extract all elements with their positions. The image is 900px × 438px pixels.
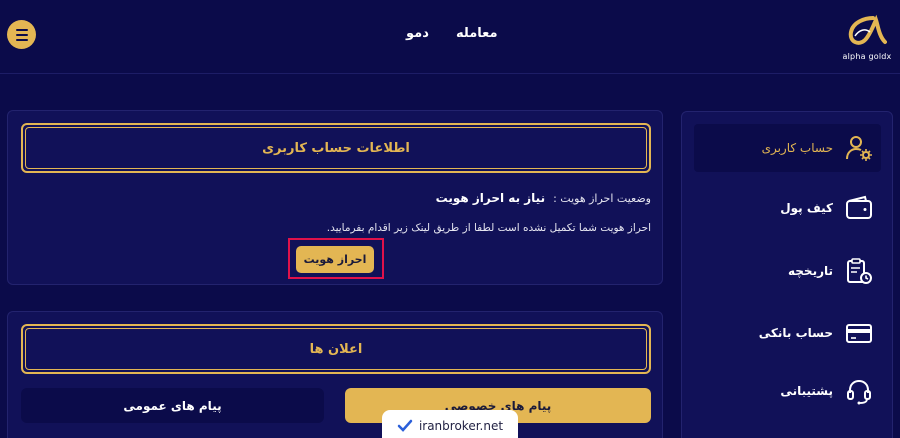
watermark-text: iranbroker.net	[418, 419, 504, 433]
nav-link-trade[interactable]: معامله	[456, 26, 498, 41]
checkmark-icon	[397, 419, 413, 432]
nav-link-demo[interactable]: دمو	[406, 26, 429, 41]
alpha-logo-icon	[848, 14, 887, 45]
notices-title: اعلان ها	[309, 341, 363, 357]
account-info-header: اطلاعات حساب کاربری	[21, 123, 651, 173]
top-nav: دمو معامله	[0, 26, 900, 46]
credit-card-icon	[846, 324, 872, 343]
sidebar-item-wallet[interactable]: کیف پول	[694, 184, 881, 232]
sidebar-item-label: پشتیبانی	[780, 384, 833, 398]
account-info-title: اطلاعات حساب کاربری	[262, 140, 410, 156]
verification-info-text: احراز هویت شما تکمیل نشده است لطفا از طر…	[326, 222, 651, 234]
verification-status-label: وضعیت احراز هویت :	[553, 192, 651, 205]
tab-public-messages[interactable]: پیام های عمومی	[21, 388, 324, 423]
notices-panel: اعلان ها پیام های خصوصی پیام های عمومی	[7, 311, 663, 438]
account-info-panel: اطلاعات حساب کاربری وضعیت احراز هویت : ن…	[7, 110, 663, 285]
watermark-badge: iranbroker.net	[382, 410, 518, 438]
notices-header: اعلان ها	[21, 324, 651, 374]
verify-identity-button[interactable]: احراز هویت	[296, 246, 374, 273]
history-clipboard-icon	[847, 258, 872, 284]
sidebar-item-label: کیف پول	[780, 201, 833, 215]
sidebar: حساب کاربری کیف پول تاریخچه حساب بانکی پ…	[681, 111, 893, 438]
verification-status-row: وضعیت احراز هویت : نیاز به احراز هویت	[436, 191, 651, 205]
verification-status-value: نیاز به احراز هویت	[435, 191, 546, 205]
sidebar-item-bank-account[interactable]: حساب بانکی	[694, 309, 881, 357]
sidebar-item-support[interactable]: پشتیبانی	[694, 367, 881, 415]
sidebar-item-label: تاریخچه	[788, 264, 833, 278]
logo-text: alpha goldx	[842, 52, 892, 61]
headset-icon	[847, 379, 871, 405]
sidebar-item-history[interactable]: تاریخچه	[694, 247, 881, 295]
wallet-icon	[846, 195, 872, 219]
sidebar-item-account[interactable]: حساب کاربری	[694, 124, 881, 172]
brand-logo[interactable]: alpha goldx	[838, 12, 896, 66]
top-bar: دمو معامله alpha goldx	[0, 0, 900, 74]
sidebar-item-label: حساب کاربری	[761, 141, 833, 155]
sidebar-item-label: حساب بانکی	[758, 326, 833, 340]
user-settings-icon	[846, 136, 872, 161]
